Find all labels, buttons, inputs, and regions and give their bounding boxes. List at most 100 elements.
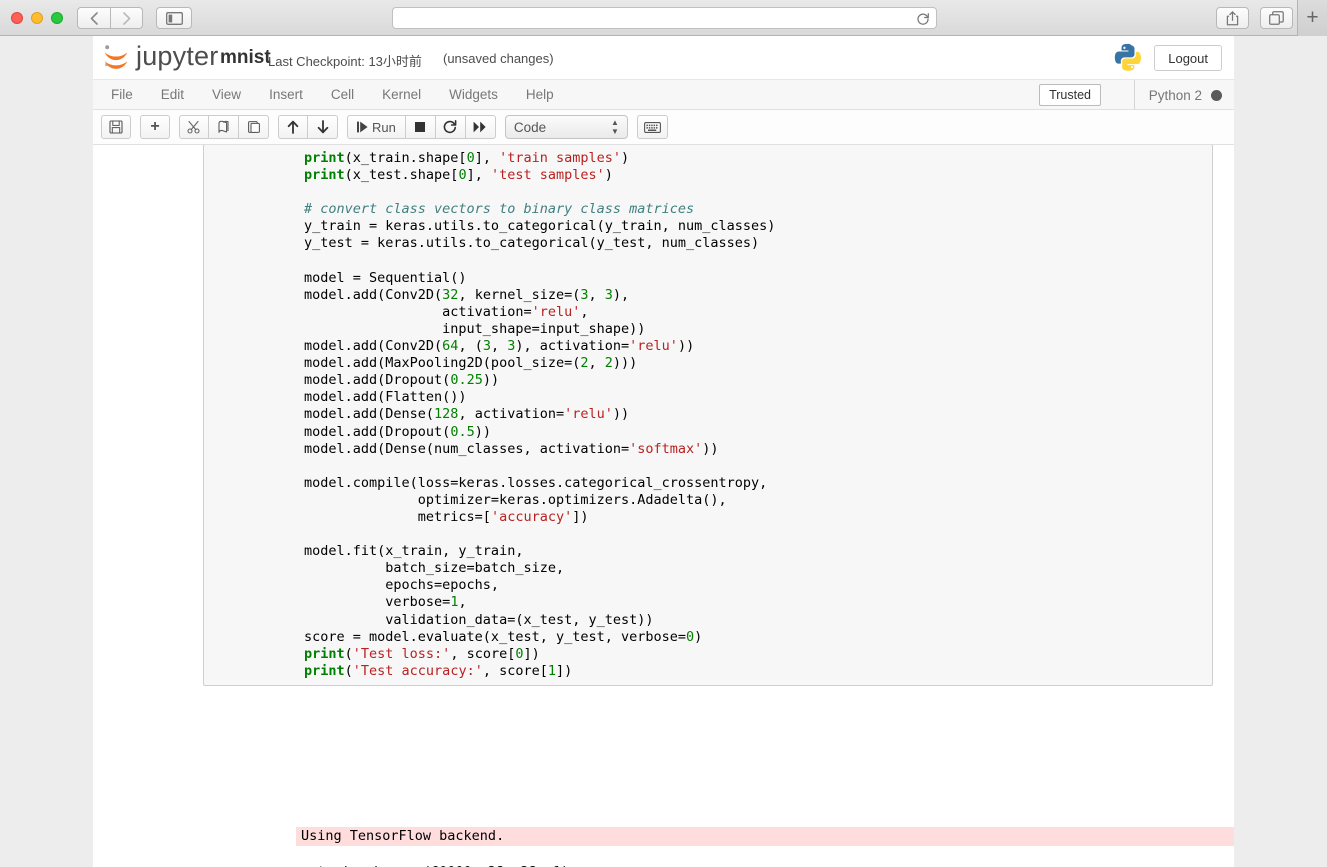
trusted-label: Trusted [1049, 88, 1091, 102]
code-token: print [304, 645, 345, 662]
insert-cell-below-button[interactable]: + [140, 115, 170, 139]
jupyter-header: jupyter mnist Last Checkpoint: 13小时前 (un… [93, 36, 1234, 80]
code-token: print [304, 662, 345, 679]
new-tab-button[interactable]: + [1297, 0, 1327, 36]
restart-kernel-button[interactable] [435, 115, 466, 139]
code-token: 'train samples' [499, 150, 622, 166]
jupyter-logo-text: jupyter [136, 40, 219, 71]
menu-edit-label: Edit [160, 87, 185, 102]
clipboard-group [179, 115, 269, 139]
code-token: 0 [466, 150, 475, 166]
move-group [278, 115, 338, 139]
tabs-icon [1269, 11, 1284, 25]
menu-widgets-label: Widgets [449, 87, 498, 102]
sidebar-toggle-button[interactable] [156, 7, 192, 29]
code-token: 'relu' [531, 303, 581, 320]
code-token: 'relu' [629, 338, 678, 355]
menu-view-label: View [212, 87, 242, 102]
move-cell-up-button[interactable] [278, 115, 308, 139]
notebook-toolbar: + Run Code ▲ ▼ [93, 110, 1234, 145]
menu-cell-label: Cell [330, 87, 355, 102]
code-token: # convert class vectors to binary class … [304, 201, 695, 218]
menu-kernel[interactable]: Kernel [368, 80, 435, 110]
arrow-up-icon [287, 120, 299, 134]
menu-kernel-label: Kernel [382, 87, 422, 102]
code-cell[interactable]: print(x_train.shape[0], 'train samples')… [203, 145, 1213, 686]
maximize-window-button[interactable] [51, 12, 63, 24]
trusted-badge[interactable]: Trusted [1039, 84, 1101, 106]
restart-icon [444, 120, 457, 134]
last-checkpoint-label: Last Checkpoint: 13小时前 [268, 54, 422, 69]
plus-icon: + [150, 118, 160, 135]
code-editor[interactable]: print(x_train.shape[0], 'train samples')… [204, 150, 1208, 680]
notebook-scroll-container[interactable]: print(x_train.shape[0], 'train samples')… [93, 145, 1234, 867]
reload-icon [917, 13, 929, 25]
code-token: 2 [580, 355, 589, 372]
share-icon [1226, 10, 1239, 25]
command-palette-group [636, 115, 668, 139]
code-token: 2 [604, 355, 613, 372]
close-window-button[interactable] [11, 12, 23, 24]
code-token: 0 [686, 628, 695, 645]
menu-file-label: File [111, 87, 133, 102]
code-token: 128 [434, 406, 459, 423]
paste-cell-button[interactable] [239, 115, 269, 139]
insert-group: + [140, 115, 170, 139]
cut-cell-button[interactable] [179, 115, 209, 139]
move-cell-down-button[interactable] [308, 115, 338, 139]
copy-cell-button[interactable] [209, 115, 239, 139]
code-token: 1 [547, 662, 556, 679]
jupyter-logo-link[interactable]: jupyter [100, 40, 218, 72]
reload-button[interactable] [914, 10, 932, 28]
address-bar[interactable] [392, 7, 937, 29]
back-button[interactable] [77, 7, 110, 29]
python-logo-icon [1114, 43, 1141, 71]
code-token: 3 [482, 338, 491, 355]
code-token: 3 [580, 286, 589, 303]
chevron-left-icon [90, 11, 98, 25]
copy-icon [217, 120, 229, 133]
menu-widgets[interactable]: Widgets [435, 80, 512, 110]
interrupt-kernel-button[interactable] [405, 115, 436, 139]
show-tabs-button[interactable] [1260, 7, 1293, 29]
cell-type-select[interactable]: Code ▲ ▼ [504, 115, 628, 139]
share-button[interactable] [1216, 7, 1249, 29]
code-token: 1 [450, 594, 459, 611]
kernel-indicator[interactable]: Python 2 [1133, 80, 1222, 110]
jupyter-logo-icon [104, 45, 128, 69]
minimize-window-button[interactable] [31, 12, 43, 24]
open-command-palette-button[interactable] [636, 115, 668, 139]
stderr-text: Using TensorFlow backend. [301, 828, 505, 844]
code-token: 0 [458, 167, 467, 184]
save-icon [109, 120, 123, 134]
menu-help-label: Help [525, 87, 554, 102]
code-token: 64 [442, 338, 459, 355]
logout-label: Logout [1168, 50, 1208, 66]
code-token: 32 [442, 286, 459, 303]
keyboard-icon [643, 121, 661, 133]
run-cell-button[interactable]: Run [347, 115, 406, 139]
logout-button[interactable]: Logout [1154, 45, 1222, 71]
window-controls [11, 12, 63, 24]
menu-insert[interactable]: Insert [255, 80, 317, 110]
notebook-name[interactable]: mnist [220, 47, 271, 69]
code-token: 'softmax' [629, 440, 703, 457]
menu-view[interactable]: View [198, 80, 255, 110]
save-button[interactable] [101, 115, 131, 139]
sidebar-icon [165, 11, 183, 25]
forward-button[interactable] [110, 7, 143, 29]
menu-help[interactable]: Help [512, 80, 568, 110]
double-arrow-right-icon [473, 121, 486, 133]
code-token: 3 [604, 286, 613, 303]
code-token: 0.5 [450, 423, 475, 440]
code-token: print [304, 167, 345, 184]
browser-chrome: + [0, 0, 1327, 36]
run-group: Run [347, 115, 496, 139]
code-token: 'test samples' [490, 167, 605, 184]
menu-cell[interactable]: Cell [317, 80, 368, 110]
menu-file[interactable]: File [97, 80, 147, 110]
menu-insert-label: Insert [269, 87, 303, 102]
menu-edit[interactable]: Edit [147, 80, 198, 110]
restart-and-run-all-button[interactable] [465, 115, 496, 139]
paste-icon [247, 121, 260, 133]
